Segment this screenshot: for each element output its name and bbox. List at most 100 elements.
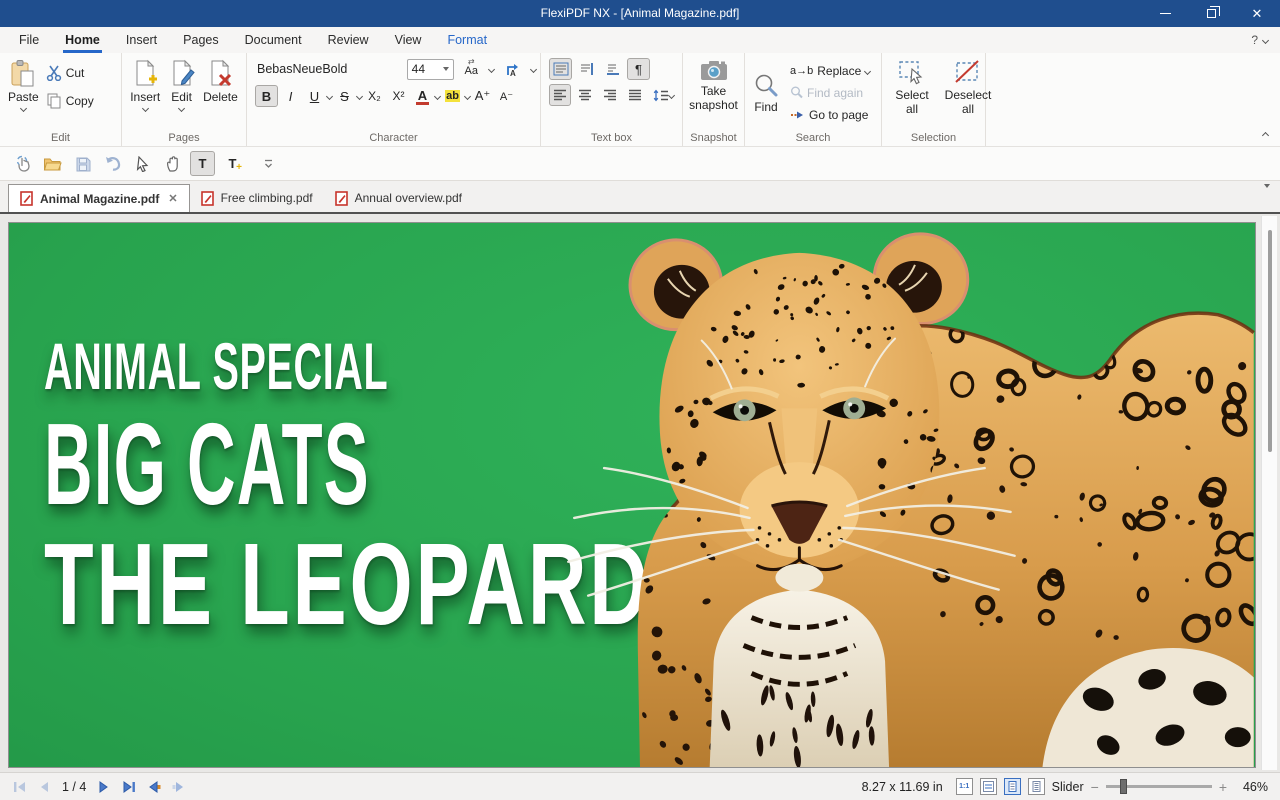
- last-page-button[interactable]: [120, 778, 138, 796]
- zoom-out-button[interactable]: −: [1091, 779, 1099, 795]
- minimize-button[interactable]: [1142, 0, 1188, 27]
- justify-icon: [628, 89, 642, 101]
- shrink-text-button[interactable]: [601, 58, 624, 80]
- font-name-field[interactable]: BebasNeueBold: [257, 62, 399, 76]
- pdf-page[interactable]: ANIMAL SPECIAL BIG CATS THE LEOPARD: [8, 222, 1256, 768]
- fit-page-icon: [1007, 781, 1018, 792]
- ribbon-empty-space: [986, 53, 1280, 146]
- next-view-button[interactable]: [170, 778, 188, 796]
- menu-item-file[interactable]: File: [6, 27, 52, 53]
- fit-visible-button[interactable]: [1028, 778, 1045, 795]
- justify-button[interactable]: [624, 84, 646, 106]
- insert-page-button[interactable]: Insert: [126, 58, 164, 129]
- close-tab-icon[interactable]: ✕: [168, 192, 177, 205]
- font-size-combo[interactable]: 44: [407, 59, 454, 80]
- pdf-file-icon: [335, 191, 348, 206]
- strikethrough-button[interactable]: S: [333, 85, 356, 107]
- align-center-icon: [578, 89, 592, 101]
- tab-animal-magazine[interactable]: Animal Magazine.pdf ✕: [8, 184, 190, 212]
- close-button[interactable]: ✕: [1234, 0, 1280, 27]
- change-case-button[interactable]: ⇄ Aa: [462, 58, 481, 80]
- ribbon-group-search: Find a→b Replace Find again: [745, 53, 882, 146]
- toolbar-overflow-button[interactable]: [256, 151, 281, 176]
- flexipdf-window: FlexiPDF NX - [Animal Magazine.pdf] ✕ Fi…: [0, 0, 1280, 800]
- first-page-button[interactable]: [10, 778, 28, 796]
- menu-item-review[interactable]: Review: [315, 27, 382, 53]
- font-color-button[interactable]: A: [411, 85, 434, 107]
- goto-page-button[interactable]: Go to page: [787, 105, 873, 124]
- tab-free-climbing[interactable]: Free climbing.pdf: [190, 184, 324, 212]
- vertical-scrollbar[interactable]: [1261, 216, 1277, 770]
- tab-list-dropdown[interactable]: [1264, 188, 1270, 202]
- text-tool-button[interactable]: T: [190, 151, 215, 176]
- previous-page-icon: [39, 781, 49, 793]
- pan-tool-button[interactable]: [160, 151, 185, 176]
- paragraph-marks-button[interactable]: ¶: [627, 58, 650, 80]
- align-left-button[interactable]: [549, 84, 571, 106]
- select-tool-button[interactable]: [130, 151, 155, 176]
- align-right-button[interactable]: [599, 84, 621, 106]
- underline-button[interactable]: U: [303, 85, 326, 107]
- leopard-image[interactable]: [9, 223, 1255, 767]
- tab-annual-overview[interactable]: Annual overview.pdf: [324, 184, 473, 212]
- italic-button[interactable]: I: [279, 85, 302, 107]
- zoom-slider-handle[interactable]: [1120, 779, 1127, 794]
- superscript-button[interactable]: X²: [387, 85, 410, 107]
- zoom-slider[interactable]: [1106, 785, 1212, 788]
- bold-button[interactable]: B: [255, 85, 278, 107]
- find-again-button[interactable]: Find again: [787, 83, 873, 102]
- save-icon: [75, 156, 91, 172]
- open-file-button[interactable]: [40, 151, 65, 176]
- touch-hand-icon: [14, 155, 32, 173]
- overflow-text-button[interactable]: [575, 58, 598, 80]
- fit-text-button[interactable]: [549, 58, 572, 80]
- scrollbar-thumb[interactable]: [1268, 230, 1272, 452]
- dropdown-arrow-icon: [443, 67, 449, 71]
- next-page-button[interactable]: [95, 778, 113, 796]
- zoom-in-button[interactable]: +: [1219, 779, 1227, 795]
- menu-item-document[interactable]: Document: [232, 27, 315, 53]
- chevron-down-icon: [356, 93, 363, 100]
- previous-page-button[interactable]: [35, 778, 53, 796]
- line-spacing-button[interactable]: [649, 84, 678, 106]
- delete-page-button[interactable]: Delete: [199, 58, 242, 129]
- fit-width-button[interactable]: [980, 778, 997, 795]
- edit-page-icon: [169, 59, 195, 89]
- menu-item-home[interactable]: Home: [52, 27, 113, 53]
- select-all-button[interactable]: Select all: [886, 58, 938, 129]
- text-direction-button[interactable]: A: [502, 58, 523, 80]
- shrink-font-button[interactable]: A⁻: [495, 85, 518, 107]
- ribbon: Paste Cut: [0, 53, 1280, 147]
- restore-button[interactable]: [1188, 0, 1234, 27]
- edit-page-button[interactable]: Edit: [165, 58, 199, 129]
- align-center-button[interactable]: [574, 84, 596, 106]
- actual-size-button[interactable]: 1:1: [956, 778, 973, 795]
- fit-page-button[interactable]: [1004, 778, 1021, 795]
- replace-button[interactable]: a→b Replace: [787, 61, 873, 80]
- cut-icon: [46, 65, 62, 81]
- menu-item-insert[interactable]: Insert: [113, 27, 170, 53]
- take-snapshot-button[interactable]: Take snapshot: [682, 58, 746, 129]
- help-button[interactable]: ?: [1251, 27, 1268, 53]
- previous-view-button[interactable]: [145, 778, 163, 796]
- help-icon: ?: [1251, 33, 1258, 47]
- fit-width-icon: [983, 781, 994, 792]
- subscript-button[interactable]: X₂: [363, 85, 386, 107]
- undo-button[interactable]: [100, 151, 125, 176]
- menu-item-format[interactable]: Format: [434, 27, 500, 53]
- menu-item-view[interactable]: View: [382, 27, 435, 53]
- paste-button[interactable]: Paste: [4, 58, 43, 129]
- page-size-label: 8.27 x 11.69 in: [862, 780, 943, 794]
- last-page-icon: [123, 781, 136, 793]
- cut-button[interactable]: Cut: [43, 62, 97, 84]
- copy-button[interactable]: Copy: [43, 90, 97, 112]
- find-button[interactable]: Find: [749, 58, 783, 129]
- grow-font-button[interactable]: A⁺: [471, 85, 494, 107]
- add-text-button[interactable]: T +: [220, 151, 245, 176]
- deselect-all-button[interactable]: Deselect all: [938, 58, 998, 129]
- highlight-button[interactable]: ab: [441, 85, 464, 107]
- save-button[interactable]: [70, 151, 95, 176]
- menu-item-pages[interactable]: Pages: [170, 27, 231, 53]
- chevron-down-icon: [1264, 184, 1270, 202]
- touch-mode-button[interactable]: [10, 151, 35, 176]
